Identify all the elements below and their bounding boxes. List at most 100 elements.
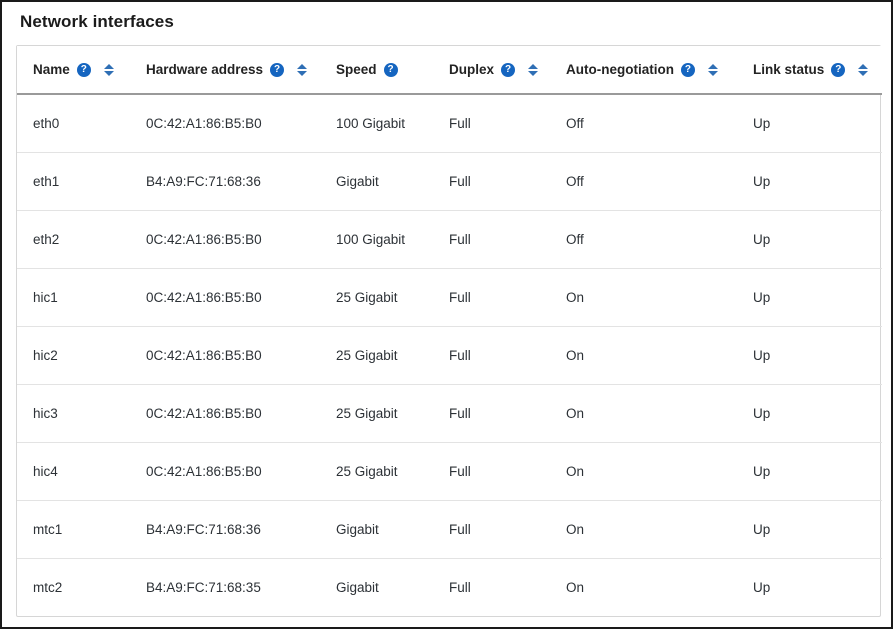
cell-name: eth2 xyxy=(17,210,130,269)
cell-auto-negotiation: Off xyxy=(550,210,737,269)
sort-arrows-icon[interactable] xyxy=(527,63,539,76)
cell-duplex: Full xyxy=(433,152,550,211)
help-circle-icon[interactable]: ? xyxy=(501,62,516,77)
cell-hardware-address: 0C:42:A1:86:B5:B0 xyxy=(130,268,320,327)
cell-link-status: Up xyxy=(737,152,882,211)
table-header-row: Name? Hardware address? Speed? Duplex? Auto-… xyxy=(17,46,882,95)
cell-duplex: Full xyxy=(433,500,550,559)
sort-arrows-icon[interactable] xyxy=(103,63,115,76)
cell-speed: 25 Gigabit xyxy=(320,326,433,385)
column-header-name[interactable]: Name? xyxy=(17,46,130,95)
cell-auto-negotiation: On xyxy=(550,326,737,385)
cell-link-status: Up xyxy=(737,210,882,269)
cell-speed: 100 Gigabit xyxy=(320,94,433,153)
column-header-speed[interactable]: Speed? xyxy=(320,46,433,95)
sort-ascending-icon xyxy=(103,63,114,69)
table-row[interactable]: eth0 0C:42:A1:86:B5:B0 100 Gigabit Full Off U… xyxy=(17,94,882,153)
cell-hardware-address: 0C:42:A1:86:B5:B0 xyxy=(130,326,320,385)
table-row[interactable]: hic2 0C:42:A1:86:B5:B0 25 Gigabit Full On Up xyxy=(17,326,882,385)
cell-link-status: Up xyxy=(737,326,882,385)
cell-duplex: Full xyxy=(433,210,550,269)
cell-hardware-address: B4:A9:FC:71:68:35 xyxy=(146,580,261,595)
table-row[interactable]: eth2 0C:42:A1:86:B5:B0 100 Gigabit Full Off U… xyxy=(17,210,882,269)
cell-hardware-address: 0C:42:A1:86:B5:B0 xyxy=(130,94,320,153)
table-body: eth0 0C:42:A1:86:B5:B0 100 Gigabit Full Off U… xyxy=(17,94,882,616)
cell-name: mtc2 xyxy=(33,580,63,595)
cell-auto-negotiation: Off xyxy=(550,94,737,153)
sort-arrows-icon[interactable] xyxy=(707,63,719,76)
column-header-label: Name xyxy=(33,62,70,77)
cell-name: hic4 xyxy=(17,442,130,501)
sort-ascending-icon xyxy=(858,63,869,69)
cell-link-status: Up xyxy=(737,442,882,501)
column-header-duplex[interactable]: Duplex? xyxy=(433,46,550,95)
cell-hardware-address: 0C:42:A1:86:B5:B0 xyxy=(130,442,320,501)
column-header-label: Link status xyxy=(753,62,825,77)
cell-auto-negotiation: Off xyxy=(550,152,737,211)
page-title: Network interfaces xyxy=(20,12,174,31)
table-row[interactable]: mtc1 B4:A9:FC:71:68:36 Gigabit Full On Up xyxy=(17,500,882,559)
sort-descending-icon xyxy=(103,70,114,76)
sort-ascending-icon xyxy=(707,63,718,69)
cell-hardware-address: B4:A9:FC:71:68:36 xyxy=(130,152,320,211)
cell-speed: 25 Gigabit xyxy=(320,442,433,501)
column-header-auto-negotiation[interactable]: Auto-negotiation? xyxy=(550,46,737,95)
cell-hardware-address: 0C:42:A1:86:B5:B0 xyxy=(130,384,320,443)
sort-arrows-icon[interactable] xyxy=(296,63,308,76)
help-circle-icon[interactable]: ? xyxy=(76,62,91,77)
column-header-label: Duplex xyxy=(449,62,495,77)
cell-name: eth0 xyxy=(17,94,130,153)
help-circle-icon[interactable]: ? xyxy=(831,62,846,77)
cell-name: hic2 xyxy=(17,326,130,385)
table-row[interactable]: eth1 B4:A9:FC:71:68:36 Gigabit Full Off Up xyxy=(17,152,882,211)
cell-duplex: Full xyxy=(433,384,550,443)
column-header-content: Auto-negotiation? xyxy=(550,62,737,77)
column-header-content: Hardware address? xyxy=(130,62,320,77)
network-interfaces-page: Network interfaces Name? Hardware address… xyxy=(2,2,891,627)
cell-duplex: Full xyxy=(433,442,550,501)
sort-descending-icon xyxy=(707,70,718,76)
sort-ascending-icon xyxy=(297,63,308,69)
cell-link-status: Up xyxy=(737,500,882,559)
column-header-hardware-address[interactable]: Hardware address? xyxy=(130,46,320,95)
cell-link-status: Up xyxy=(737,268,882,327)
cell-speed: Gigabit xyxy=(320,500,433,559)
cell-hardware-address: 0C:42:A1:86:B5:B0 xyxy=(130,210,320,269)
table-header: Name? Hardware address? Speed? Duplex? Auto-… xyxy=(17,46,882,95)
cell-name: hic1 xyxy=(17,268,130,327)
cell-name: hic3 xyxy=(17,384,130,443)
table-row[interactable]: hic4 0C:42:A1:86:B5:B0 25 Gigabit Full On Up xyxy=(17,442,882,501)
cell-hardware-address: B4:A9:FC:71:68:36 xyxy=(130,500,320,559)
cell-auto-negotiation: On xyxy=(550,500,737,559)
table-row[interactable]: mtc2 B4:A9:FC:71:68:35 Gigabit Full On Up xyxy=(17,559,882,617)
cell-auto-negotiation: On xyxy=(550,384,737,443)
network-interfaces-table: Name? Hardware address? Speed? Duplex? Auto-… xyxy=(17,46,882,616)
sort-descending-icon xyxy=(297,70,308,76)
cell-speed: Gigabit xyxy=(320,152,433,211)
column-header-link-status[interactable]: Link status? xyxy=(737,46,882,95)
cell-speed: 25 Gigabit xyxy=(320,384,433,443)
cell-speed: 100 Gigabit xyxy=(320,210,433,269)
table-row[interactable]: hic1 0C:42:A1:86:B5:B0 25 Gigabit Full On Up xyxy=(17,268,882,327)
column-header-content: Duplex? xyxy=(433,62,550,77)
cell-name: eth1 xyxy=(17,152,130,211)
column-header-content: Speed? xyxy=(320,62,433,77)
table-row[interactable]: hic3 0C:42:A1:86:B5:B0 25 Gigabit Full On Up xyxy=(17,384,882,443)
sort-ascending-icon xyxy=(528,63,539,69)
column-header-content: Link status? xyxy=(737,62,882,77)
sort-descending-icon xyxy=(858,70,869,76)
cell-auto-negotiation: On xyxy=(550,442,737,501)
cell-duplex: Full xyxy=(449,580,471,595)
help-circle-icon[interactable]: ? xyxy=(270,62,285,77)
cell-link-status: Up xyxy=(753,580,771,595)
cell-link-status: Up xyxy=(737,94,882,153)
sort-arrows-icon[interactable] xyxy=(857,63,869,76)
cell-duplex: Full xyxy=(433,326,550,385)
help-circle-icon[interactable]: ? xyxy=(383,62,398,77)
column-header-content: Name? xyxy=(17,62,130,77)
help-circle-icon[interactable]: ? xyxy=(680,62,695,77)
cell-duplex: Full xyxy=(433,94,550,153)
column-header-label: Speed xyxy=(336,62,377,77)
cell-auto-negotiation: On xyxy=(566,580,585,595)
cell-auto-negotiation: On xyxy=(550,268,737,327)
